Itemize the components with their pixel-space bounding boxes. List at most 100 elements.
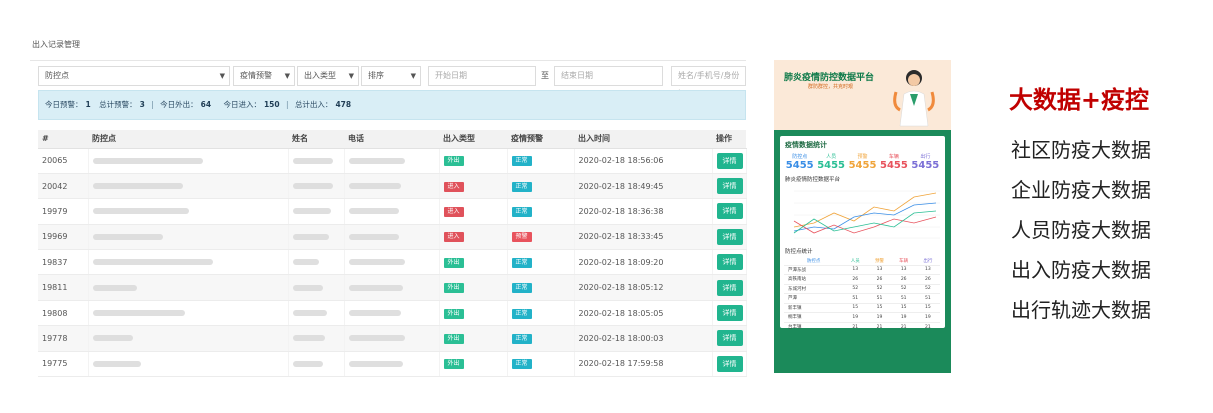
detail-button[interactable]: 详情 [716, 203, 743, 220]
mobile-checkpoint-table: 防控点 人员 预警 车辆 出行 芦潭东战 13 13 13 13 高铁南站 26 26 26 26… [784, 257, 940, 332]
mobile-table-cell: 51 [891, 293, 916, 303]
checkpoint-select[interactable]: 防控点 ▼ [38, 66, 230, 86]
time-cell: 2020-02-18 17:59:58 [574, 351, 713, 378]
mobile-stat-value: 5455 [880, 160, 908, 171]
entry-type-badge: 外出 [443, 359, 464, 370]
mobile-table-cell: 13 [867, 264, 892, 275]
doctor-illustration [893, 70, 935, 127]
alert-badge: 正常 [511, 206, 532, 217]
mobile-table-cell: 芦潭 [784, 293, 844, 303]
detail-button[interactable]: 详情 [716, 152, 743, 169]
records-table: # 防控点 姓名 电话 出入类型 疫情预警 出入时间 操作 20065 外出 正常 2… [38, 130, 747, 378]
mobile-stats-title: 疫情数据统计 [785, 141, 827, 149]
mobile-table-cell: 15 [891, 302, 916, 313]
redacted-text [348, 310, 401, 317]
redacted-text [348, 208, 399, 215]
mobile-table-head: 人员 [850, 258, 860, 264]
redacted-text [292, 233, 329, 240]
mobile-table-cell: 21 [867, 321, 892, 332]
mobile-stat-value: 5455 [911, 160, 940, 171]
action-cell: 详情 [712, 148, 747, 174]
table-row: 20065 外出 正常 2020-02-18 18:56:06 详情 [38, 148, 747, 174]
entry-type-cell: 进入 [439, 173, 508, 200]
checkpoint-cell [88, 249, 289, 276]
feature-item: 社区防疫大数据 [1011, 138, 1151, 162]
feature-item: 出行轨迹大数据 [1011, 298, 1151, 322]
checkpoint-cell [88, 198, 289, 225]
checkpoint-cell [88, 148, 289, 174]
mobile-table-row: 桐丰镇 19 19 19 19 [784, 312, 940, 322]
mobile-hero-title: 肺炎疫情防控数据平台 [784, 73, 875, 83]
checkpoint-cell [88, 173, 289, 200]
mobile-table-cell: 52 [843, 283, 868, 294]
table-row: 19811 外出 正常 2020-02-18 18:05:12 详情 [38, 274, 747, 301]
mobile-table-row: 东城河村 52 52 52 52 [784, 283, 940, 294]
checkpoint-select-label: 防控点 [45, 71, 69, 80]
alert-badge: 正常 [511, 257, 532, 268]
table-row: 19775 外出 正常 2020-02-18 17:59:58 详情 [38, 351, 747, 378]
mobile-stat-value: 5455 [817, 160, 846, 171]
time-cell: 2020-02-18 18:56:06 [574, 148, 713, 174]
entry-type-select[interactable]: 出入类型 ▼ [297, 66, 359, 86]
alert-cell: 正常 [507, 351, 575, 378]
mobile-table-cell: 26 [891, 274, 916, 284]
table-row: 19808 外出 正常 2020-02-18 18:05:05 详情 [38, 300, 747, 327]
name-cell [288, 351, 345, 378]
alert-cell: 预警 [507, 224, 575, 251]
mobile-table-row: 芦潭 51 51 51 51 [784, 293, 940, 303]
detail-button[interactable]: 详情 [716, 279, 743, 296]
column-header: 操作 [712, 130, 746, 149]
epidemic-alert-select[interactable]: 疫情预警 ▼ [233, 66, 295, 86]
end-date-input[interactable]: 结束日期 [554, 66, 663, 86]
redacted-text [92, 183, 183, 190]
mobile-table-head: 预警 [874, 258, 884, 264]
sort-select[interactable]: 排序 ▼ [361, 66, 421, 86]
detail-button[interactable]: 详情 [716, 178, 743, 195]
start-date-input[interactable]: 开始日期 [428, 66, 536, 86]
redacted-text [92, 310, 185, 317]
mobile-table-cell: 新丰镇 [784, 302, 844, 313]
detail-button[interactable]: 详情 [716, 355, 743, 372]
chevron-down-icon: ▼ [410, 72, 416, 80]
detail-button[interactable]: 详情 [716, 305, 743, 322]
entry-type-badge: 进入 [443, 232, 464, 243]
mobile-line-chart [793, 190, 940, 239]
detail-button[interactable]: 详情 [716, 228, 743, 245]
mobile-table-cell: 52 [915, 283, 940, 294]
mobile-table-row: 芦潭东战 13 13 13 13 [784, 264, 940, 275]
today-out-value: 64 [200, 100, 212, 109]
name-cell [288, 300, 345, 327]
alert-cell: 正常 [507, 249, 575, 276]
entry-type-badge: 外出 [443, 283, 464, 294]
alert-cell: 正常 [507, 198, 575, 225]
page-title: 出入记录管理 [32, 40, 80, 49]
phone-cell [344, 173, 440, 200]
redacted-text [348, 335, 405, 342]
column-header: 防控点 [88, 130, 288, 149]
entry-type-cell: 外出 [439, 351, 508, 378]
time-cell: 2020-02-18 18:49:45 [574, 173, 713, 200]
action-cell: 详情 [712, 351, 747, 378]
detail-button[interactable]: 详情 [716, 254, 743, 271]
filter-bar: 防控点 ▼ 疫情预警 ▼ 出入类型 ▼ 排序 ▼ 开始日期 至 结束日期 姓名/… [38, 66, 754, 98]
feature-item: 出入防疫大数据 [1011, 258, 1151, 282]
mobile-table-cell: 51 [843, 293, 868, 303]
detail-button[interactable]: 详情 [716, 330, 743, 347]
redacted-text [292, 157, 333, 164]
checkpoint-cell [88, 325, 289, 352]
search-input[interactable]: 姓名/手机号/身份证 [671, 66, 746, 98]
time-cell: 2020-02-18 18:00:03 [574, 325, 713, 352]
phone-cell [344, 274, 440, 301]
record-id: 19969 [38, 224, 89, 251]
entry-type-badge: 外出 [443, 308, 464, 319]
record-id: 20042 [38, 173, 89, 200]
alert-badge: 正常 [511, 283, 532, 294]
entry-type-cell: 外出 [439, 148, 508, 174]
mobile-table-cell: 13 [915, 264, 940, 275]
name-cell [288, 249, 345, 276]
table-row: 20042 进入 正常 2020-02-18 18:49:45 详情 [38, 173, 747, 200]
alert-badge: 正常 [511, 359, 532, 370]
alert-cell: 正常 [507, 274, 575, 301]
redacted-text [292, 310, 327, 317]
redacted-text [92, 233, 163, 240]
